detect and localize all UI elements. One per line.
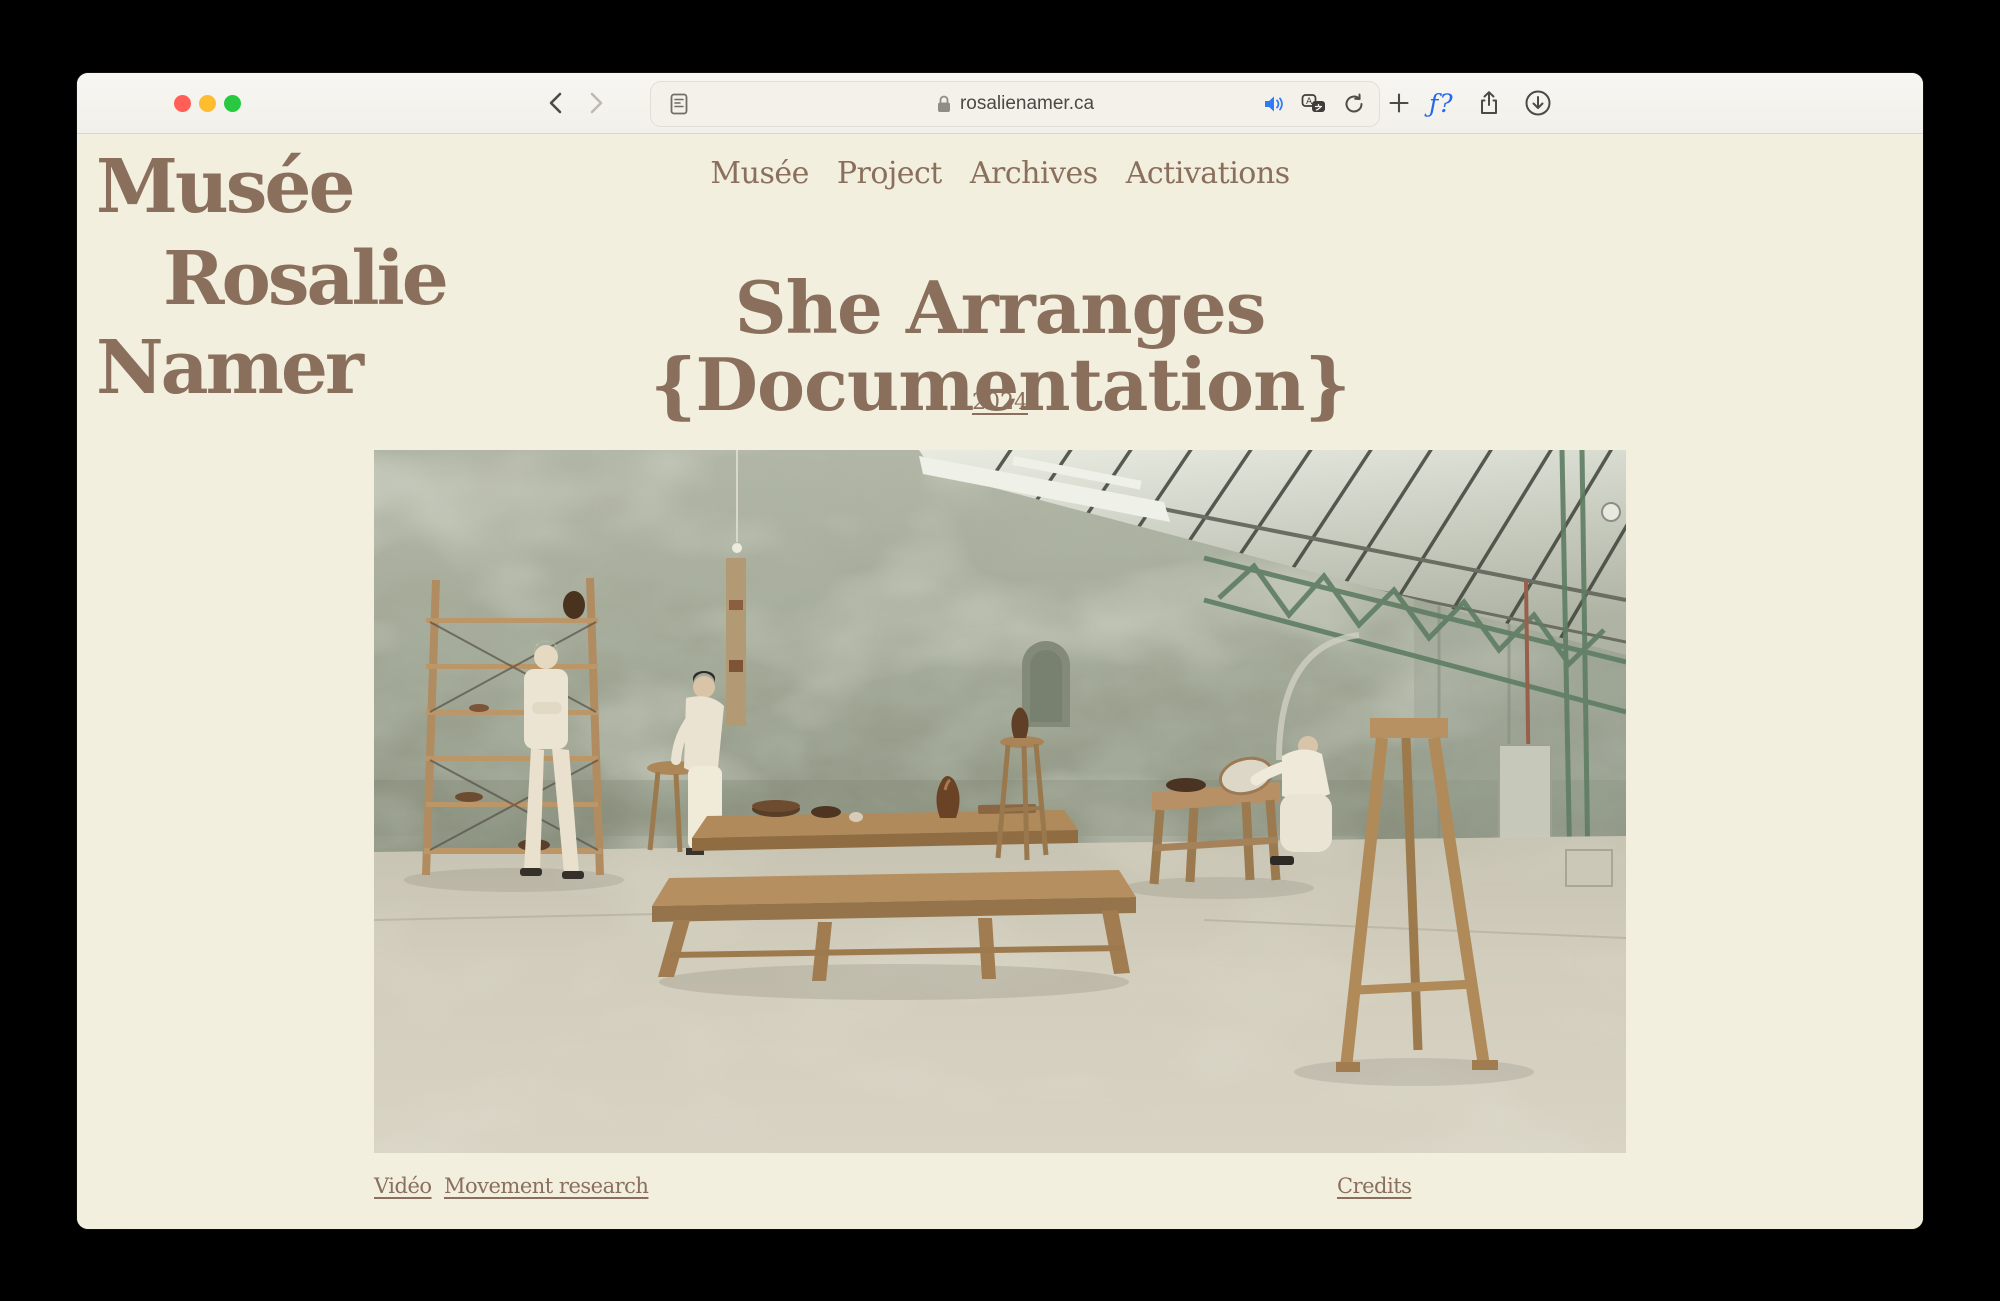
credits-link[interactable]: Credits	[1337, 1174, 1411, 1198]
forward-button[interactable]	[581, 87, 613, 119]
url-text: rosalienamer.ca	[960, 93, 1094, 115]
translate-icon[interactable]: A	[1301, 93, 1327, 115]
nav-item-activations[interactable]: Activations	[1126, 156, 1290, 191]
hero-photo[interactable]	[374, 450, 1626, 1153]
share-button[interactable]	[1477, 87, 1501, 119]
back-button[interactable]	[539, 87, 571, 119]
nav-item-musee[interactable]: Musée	[710, 156, 808, 191]
close-window-button[interactable]	[174, 95, 191, 112]
video-link[interactable]: Vidéo	[374, 1174, 432, 1198]
main-navigation: Musée Project Archives Activations	[77, 156, 1923, 191]
nav-item-project[interactable]: Project	[837, 156, 942, 191]
chevron-right-icon	[589, 91, 605, 115]
year-link[interactable]: 2024	[972, 390, 1028, 415]
reload-icon[interactable]	[1343, 93, 1365, 115]
browser-window: rosalienamer.ca A	[77, 73, 1923, 1229]
title-line-1: She Arranges	[735, 265, 1266, 350]
minimize-window-button[interactable]	[199, 95, 216, 112]
movement-research-link[interactable]: Movement research	[444, 1174, 648, 1198]
warehouse-scene-illustration	[374, 450, 1626, 1153]
browser-toolbar: rosalienamer.ca A	[77, 73, 1923, 134]
address-bar[interactable]: rosalienamer.ca A	[650, 81, 1380, 127]
webpage: Musée Rosalie Namer Musée Project Archiv…	[77, 134, 1923, 1229]
nav-item-archives[interactable]: Archives	[970, 156, 1098, 191]
sub-links-row: Vidéo Movement research Credits	[374, 1174, 1626, 1204]
plus-icon	[1387, 91, 1411, 115]
zoom-window-button[interactable]	[224, 95, 241, 112]
lock-icon	[936, 94, 952, 114]
downloads-button[interactable]	[1524, 87, 1552, 119]
extension-glyph: ƒ?	[1429, 89, 1454, 118]
svg-text:A: A	[1306, 97, 1313, 107]
share-icon	[1477, 90, 1501, 116]
download-icon	[1524, 89, 1552, 117]
chevron-left-icon	[547, 91, 563, 115]
new-tab-button[interactable]	[1387, 87, 1411, 119]
extension-button[interactable]: ƒ?	[1429, 87, 1454, 119]
audio-playing-icon[interactable]	[1263, 94, 1285, 114]
